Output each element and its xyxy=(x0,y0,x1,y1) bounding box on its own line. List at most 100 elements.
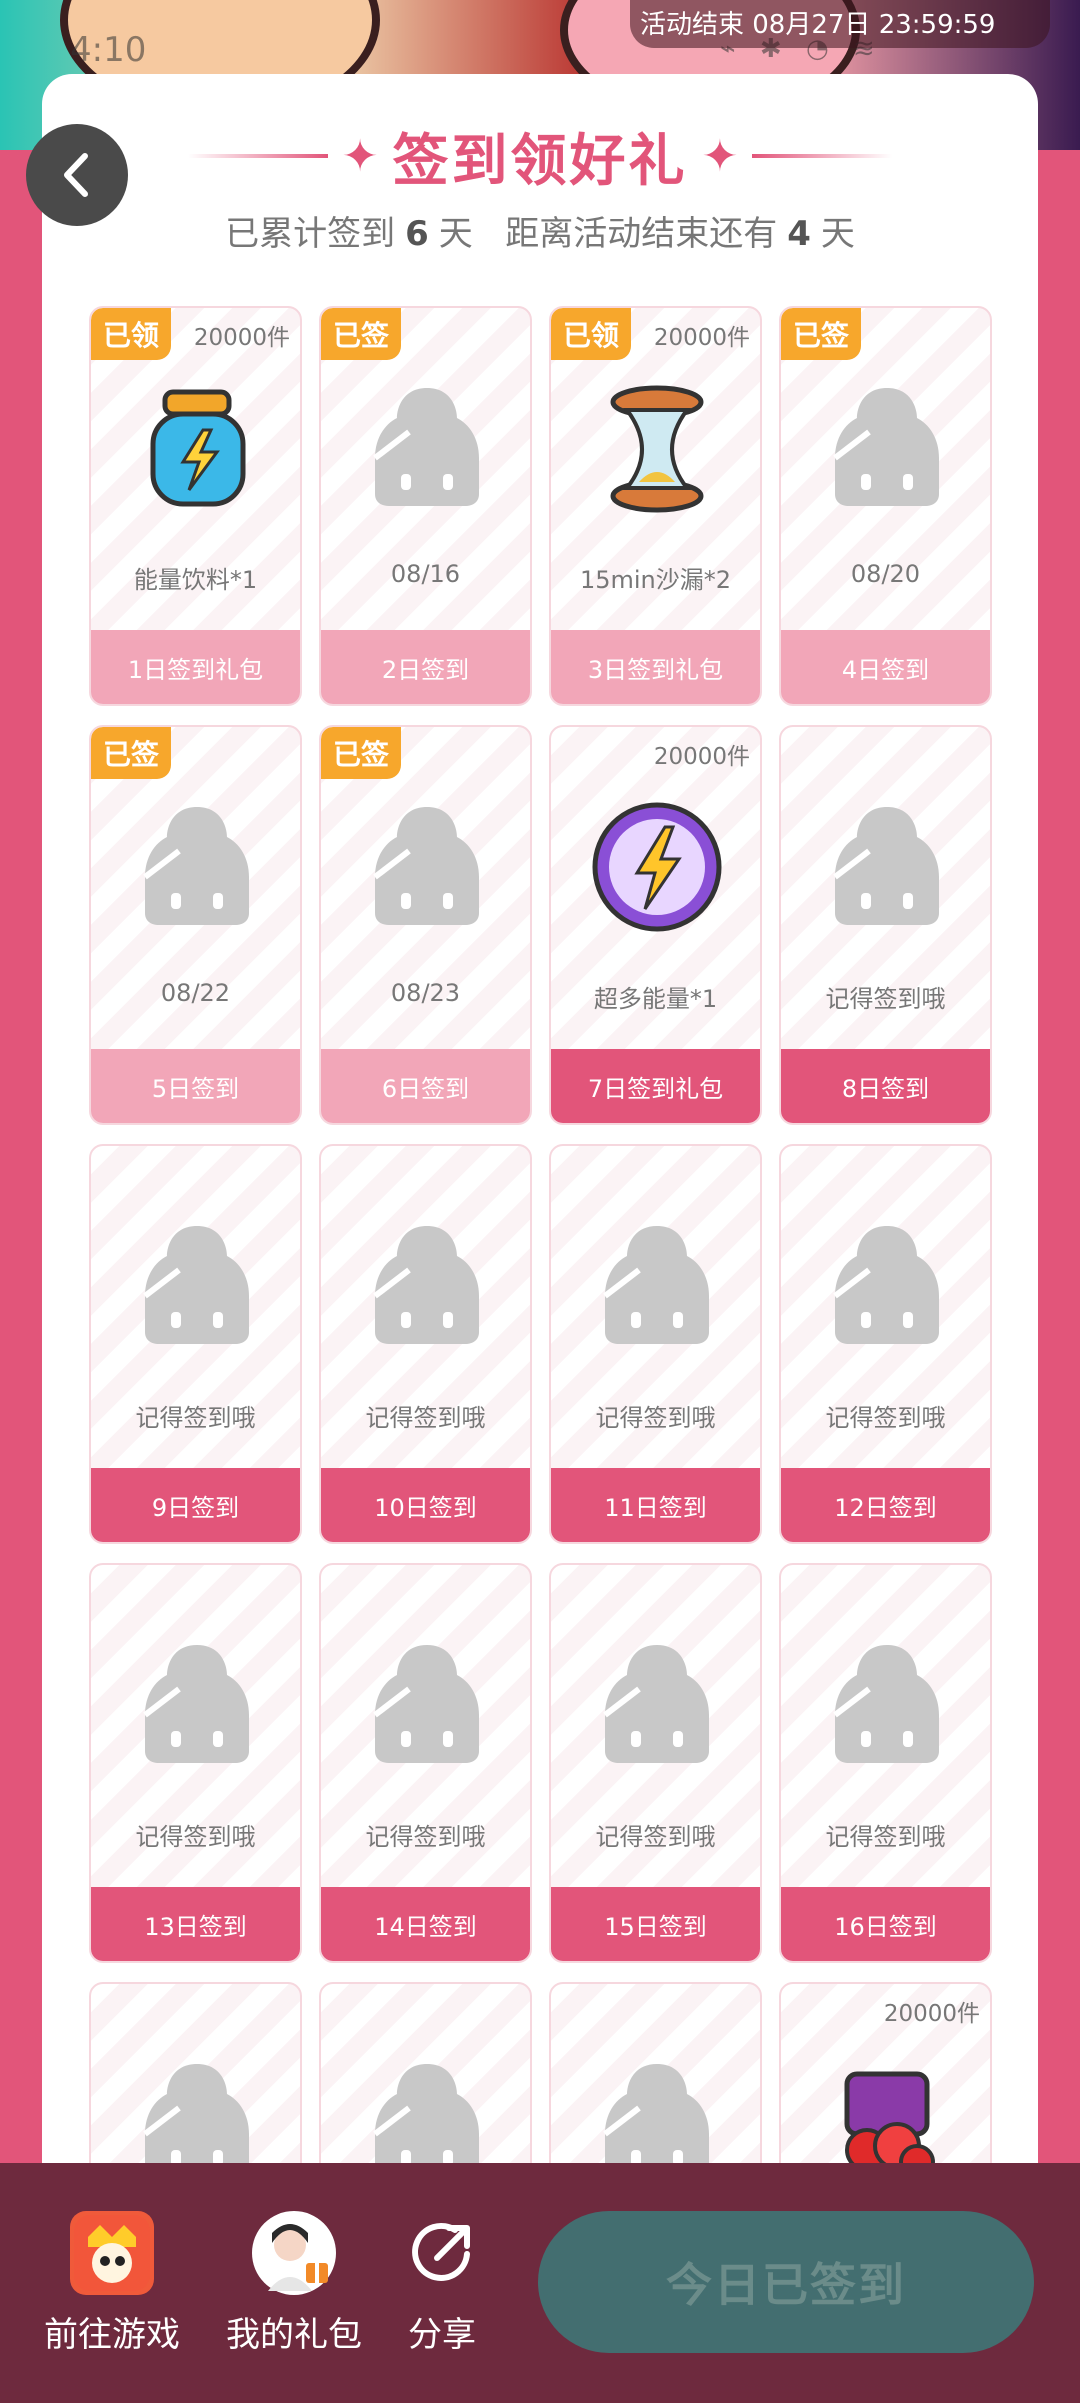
stock-count: 20000件 xyxy=(193,325,290,351)
tile-caption: 15min沙漏*2 xyxy=(579,566,732,594)
share-button[interactable]: 分享 xyxy=(400,2211,484,2356)
sparkle-icon: ✦ xyxy=(701,130,739,182)
tile-day-label: 6日签到 xyxy=(321,1049,530,1123)
checkin-tile[interactable]: 已签 08/22 5日签到 xyxy=(89,725,302,1125)
tile-caption: 记得签到哦 xyxy=(825,1404,946,1432)
summary-unit: 天 xyxy=(438,214,473,254)
checkin-tile[interactable]: 已领 20000件 15min沙漏*2 3日签到礼包 xyxy=(549,306,762,706)
summary-prefix: 已累计签到 xyxy=(225,214,396,254)
tile-caption: 能量饮料*1 xyxy=(133,566,258,594)
page-title-row: ✦ 签到领好礼 ✦ xyxy=(0,116,1080,196)
placeholder-icon xyxy=(817,378,957,518)
energy-drink-icon xyxy=(127,378,267,518)
tile-day-label: 15日签到 xyxy=(551,1887,760,1961)
tile-caption: 记得签到哦 xyxy=(825,1823,946,1851)
tile-day-label: 14日签到 xyxy=(321,1887,530,1961)
tile-day-label: 11日签到 xyxy=(551,1468,760,1542)
tile-caption: 08/22 xyxy=(160,979,231,1007)
checkin-today-button[interactable]: 今日已签到 xyxy=(538,2211,1034,2353)
game-icon xyxy=(70,2211,154,2295)
title-divider xyxy=(187,154,328,158)
tile-caption: 08/16 xyxy=(390,560,461,588)
days-signed: 6 xyxy=(405,214,429,254)
checkin-tile[interactable]: 记得签到哦 14日签到 xyxy=(319,1563,532,1963)
tile-day-label: 8日签到 xyxy=(781,1049,990,1123)
status-badge: 已签 xyxy=(321,308,401,360)
tile-caption: 记得签到哦 xyxy=(595,1823,716,1851)
tile-day-label: 2日签到 xyxy=(321,630,530,704)
placeholder-icon xyxy=(127,1635,267,1775)
tile-day-label: 9日签到 xyxy=(91,1468,300,1542)
checkin-tile[interactable]: 记得签到哦 16日签到 xyxy=(779,1563,992,1963)
page-title: 签到领好礼 xyxy=(392,128,688,194)
tile-day-label: 7日签到礼包 xyxy=(551,1049,760,1123)
checkin-tile[interactable]: 已签 08/23 6日签到 xyxy=(319,725,532,1125)
checkin-tile[interactable]: 记得签到哦 11日签到 xyxy=(549,1144,762,1544)
bottom-action-bar: 前往游戏 我的礼包 分享 今日已签到 xyxy=(0,2163,1080,2403)
goto-game-label: 前往游戏 xyxy=(44,2315,180,2355)
tile-day-label: 3日签到礼包 xyxy=(551,630,760,704)
placeholder-icon xyxy=(817,1216,957,1356)
checkin-tile[interactable]: 记得签到哦 15日签到 xyxy=(549,1563,762,1963)
my-gifts-label: 我的礼包 xyxy=(226,2315,362,2355)
status-badge: 已签 xyxy=(91,727,171,779)
placeholder-icon xyxy=(587,1635,727,1775)
placeholder-icon xyxy=(587,1216,727,1356)
placeholder-icon xyxy=(817,797,957,937)
tile-day-label: 4日签到 xyxy=(781,630,990,704)
status-badge: 已领 xyxy=(91,308,171,360)
sparkle-icon: ✦ xyxy=(341,130,379,182)
tile-day-label: 5日签到 xyxy=(91,1049,300,1123)
tile-day-label: 12日签到 xyxy=(781,1468,990,1542)
tile-caption: 记得签到哦 xyxy=(365,1404,486,1432)
summary-unit: 天 xyxy=(820,214,855,254)
tile-day-label: 1日签到礼包 xyxy=(91,630,300,704)
placeholder-icon xyxy=(357,797,497,937)
checkin-tile[interactable]: 20000件超多能量*1 7日签到礼包 xyxy=(549,725,762,1125)
activity-end-label: 活动结束 08月27日 23:59:59 xyxy=(630,0,1050,48)
stock-count: 20000件 xyxy=(883,2001,980,2027)
summary-middle: 距离活动结束还有 xyxy=(505,214,778,254)
tile-caption: 记得签到哦 xyxy=(595,1404,716,1432)
tile-day-label: 10日签到 xyxy=(321,1468,530,1542)
super-energy-icon xyxy=(587,797,727,937)
checkin-tile[interactable]: 记得签到哦 9日签到 xyxy=(89,1144,302,1544)
placeholder-icon xyxy=(357,1216,497,1356)
days-left: 4 xyxy=(787,214,811,254)
checkin-tile[interactable]: 记得签到哦 10日签到 xyxy=(319,1144,532,1544)
checkin-tile[interactable]: 记得签到哦 13日签到 xyxy=(89,1563,302,1963)
chevron-left-icon xyxy=(64,153,88,197)
placeholder-icon xyxy=(357,1635,497,1775)
stock-count: 20000件 xyxy=(653,325,750,351)
back-button[interactable] xyxy=(26,124,128,226)
stock-count: 20000件 xyxy=(653,744,750,770)
tile-caption: 记得签到哦 xyxy=(825,985,946,1013)
tile-caption: 记得签到哦 xyxy=(135,1823,256,1851)
tile-day-label: 16日签到 xyxy=(781,1887,990,1961)
checkin-tile[interactable]: 已签 08/16 2日签到 xyxy=(319,306,532,706)
share-label: 分享 xyxy=(408,2315,476,2355)
tile-caption: 超多能量*1 xyxy=(593,985,718,1013)
share-icon xyxy=(400,2211,484,2295)
checkin-tile[interactable]: 已签 08/20 4日签到 xyxy=(779,306,992,706)
status-badge: 已签 xyxy=(321,727,401,779)
tile-caption: 08/20 xyxy=(850,560,921,588)
status-badge: 已签 xyxy=(781,308,861,360)
tile-day-label: 13日签到 xyxy=(91,1887,300,1961)
checkin-tile[interactable]: 记得签到哦 8日签到 xyxy=(779,725,992,1125)
placeholder-icon xyxy=(817,1635,957,1775)
checkin-summary: 已累计签到 6 天 距离活动结束还有 4 天 xyxy=(0,206,1080,255)
checkin-tile[interactable]: 已领 20000件能量饮料*1 1日签到礼包 xyxy=(89,306,302,706)
status-badge: 已领 xyxy=(551,308,631,360)
tile-caption: 08/23 xyxy=(390,979,461,1007)
placeholder-icon xyxy=(357,378,497,518)
my-gifts-button[interactable]: 我的礼包 xyxy=(226,2211,362,2356)
status-time: 4:10 xyxy=(70,30,147,70)
placeholder-icon xyxy=(127,1216,267,1356)
title-divider xyxy=(752,154,893,158)
placeholder-icon xyxy=(127,797,267,937)
goto-game-button[interactable]: 前往游戏 xyxy=(44,2211,180,2356)
tile-caption: 记得签到哦 xyxy=(365,1823,486,1851)
tile-caption: 记得签到哦 xyxy=(135,1404,256,1432)
checkin-tile[interactable]: 记得签到哦 12日签到 xyxy=(779,1144,992,1544)
